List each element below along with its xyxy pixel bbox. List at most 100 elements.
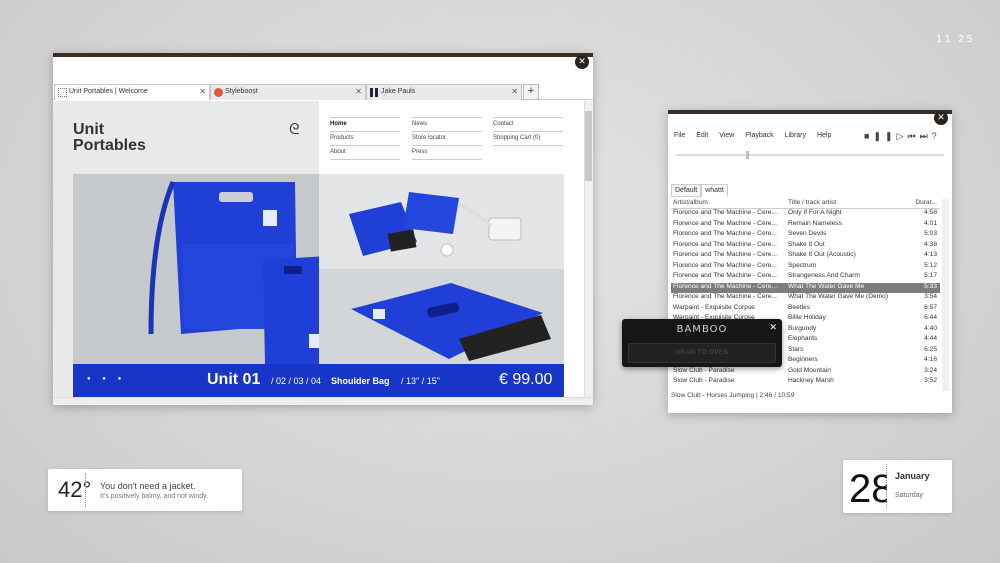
playlist-row[interactable]: Florence and The Machine - Cere... Spectr… <box>671 262 940 273</box>
day-number: 28 <box>849 467 887 511</box>
tab-label: Unit Portables | Welcome <box>69 88 148 95</box>
track-title: Burgundy <box>788 324 817 332</box>
nav-column-3: Contact Shopping Cart (0) <box>493 117 563 146</box>
playlist-row[interactable]: Florence and The Machine - Cere... Shake … <box>671 251 940 262</box>
track-duration: 3:24 <box>924 366 937 374</box>
menu-library[interactable]: Library <box>785 132 806 139</box>
browser-titlebar[interactable] <box>53 53 593 57</box>
menu-view[interactable]: View <box>719 132 734 139</box>
bars-icon <box>370 88 378 97</box>
nav-shopping-cart[interactable]: Shopping Cart (0) <box>493 132 563 146</box>
nav-news[interactable]: News <box>412 117 482 132</box>
sleeve-illustration <box>351 283 551 361</box>
track-duration: 4:58 <box>924 209 937 216</box>
playlist-row[interactable]: Florence and The Machine - Cere... What T… <box>671 293 940 304</box>
bamboo-brand: BAMBOO <box>676 324 728 335</box>
dotted-square-icon <box>58 88 67 97</box>
player-titlebar[interactable] <box>668 110 952 114</box>
tab-jake-pauls[interactable]: Jake Pauls ✕ <box>366 84 522 100</box>
menu-help[interactable]: Help <box>817 132 831 139</box>
draw-to-open-button[interactable]: DRAW TO OPEN <box>628 343 776 363</box>
playlist-tab-default[interactable]: Default <box>671 184 702 197</box>
playlist-tabs: Default whattt <box>671 184 728 197</box>
track-artist: Florence and The Machine - Cere... <box>673 293 777 300</box>
track-duration: 5:12 <box>924 261 937 269</box>
track-title: Shake It Out <box>788 240 825 248</box>
playlist-row[interactable]: Slow Club - Paradise Hackney Marsh 3:52 <box>671 377 940 388</box>
hero-banner[interactable]: ● ● ● Unit 01 / 02 / 03 / 04 Shoulder Ba… <box>73 174 564 397</box>
weather-headline: You don't need a jacket. <box>100 481 196 491</box>
nav-press[interactable]: Press <box>412 146 482 160</box>
browser-window: ✕ Unit Portables | Welcome ✕ Styleboost … <box>53 53 593 405</box>
web-page: Unit Portables ᘓ Home Products About New… <box>53 101 593 397</box>
next-icon[interactable]: ⏭ <box>920 131 932 141</box>
bamboo-close-icon[interactable]: ✕ <box>769 322 777 333</box>
hero-image-sleeve <box>319 269 564 364</box>
track-artist: Florence and The Machine - Cere... <box>673 230 777 237</box>
pause-icon[interactable]: ❚❚ <box>873 131 896 141</box>
playlist-tab-whattt[interactable]: whattt <box>701 184 728 197</box>
nav-contact[interactable]: Contact <box>493 117 563 132</box>
logo-mark-icon: ᘓ <box>289 121 300 138</box>
track-artist: Florence and The Machine - Cere... <box>673 240 777 248</box>
column-header-artist[interactable]: Artist/album <box>673 199 785 206</box>
nav-about[interactable]: About <box>330 146 400 160</box>
playlist-row[interactable]: Florence and The Machine - Cere... Seven … <box>671 230 940 241</box>
tab-unit-portables[interactable]: Unit Portables | Welcome ✕ <box>54 84 210 100</box>
month-name: January <box>895 471 930 481</box>
playlist-scrollbar[interactable] <box>942 199 949 391</box>
play-icon[interactable]: ▷ <box>897 131 908 141</box>
weekday-name: Saturday <box>895 492 924 499</box>
browser-statusbar <box>53 397 593 405</box>
tab-close-icon[interactable]: ✕ <box>199 85 206 99</box>
track-artist: Florence and The Machine - Cere... <box>673 219 777 227</box>
track-artist: Florence and The Machine - Cere... <box>673 261 777 269</box>
product-variants[interactable]: / 02 / 03 / 04 <box>271 376 321 386</box>
track-duration: 4:40 <box>924 324 937 332</box>
tab-close-icon[interactable]: ✕ <box>355 85 362 99</box>
track-title: Seven Devils <box>788 230 827 237</box>
track-title: Strangeness And Charm <box>788 272 860 279</box>
playlist-row[interactable]: Florence and The Machine - Cere... What T… <box>671 282 940 293</box>
product-title: Unit 01 <box>207 371 261 388</box>
track-title: What The Water Gave Me (Demo) <box>788 293 889 300</box>
seek-knob[interactable] <box>746 151 749 159</box>
track-title: What The Water Gave Me <box>788 282 865 290</box>
column-header-duration[interactable]: Durat... <box>909 199 937 206</box>
track-duration: 3:54 <box>924 293 937 300</box>
scrollbar-thumb[interactable] <box>585 111 592 181</box>
product-price: € 99.00 <box>499 371 553 388</box>
nav-store-locator[interactable]: Store locator <box>412 132 482 146</box>
divider <box>886 464 887 509</box>
menu-file[interactable]: File <box>674 132 685 139</box>
nav-home[interactable]: Home <box>330 117 400 132</box>
track-duration: 5:03 <box>924 230 937 237</box>
product-sizes[interactable]: / 13" / 15" <box>401 376 440 386</box>
player-close-icon[interactable]: ✕ <box>934 111 948 125</box>
new-tab-button[interactable]: + <box>523 84 539 100</box>
playlist-row[interactable]: Florence and The Machine - Cere... Only I… <box>671 209 940 220</box>
tab-styleboost[interactable]: Styleboost ✕ <box>210 84 366 100</box>
tab-close-icon[interactable]: ✕ <box>511 85 518 99</box>
menu-edit[interactable]: Edit <box>696 132 708 139</box>
hero-image-pouches <box>319 174 564 269</box>
seek-bar[interactable] <box>676 151 944 159</box>
playlist-row[interactable]: Warpaint - Exquisite Corpse Beetles 6:57 <box>671 304 940 315</box>
site-logo[interactable]: Unit Portables <box>73 122 146 154</box>
playlist-row[interactable]: Florence and The Machine - Cere... Strang… <box>671 272 940 283</box>
previous-icon[interactable]: ⏮ <box>907 131 919 141</box>
menu-playback[interactable]: Playback <box>745 132 773 139</box>
nav-products[interactable]: Products <box>330 132 400 146</box>
track-duration: 6:44 <box>924 314 937 321</box>
playlist-row[interactable]: Florence and The Machine - Cere... Shake … <box>671 241 940 252</box>
hero-caption-bar: ● ● ● Unit 01 / 02 / 03 / 04 Shoulder Ba… <box>73 364 564 397</box>
track-title: Elephants <box>788 335 818 342</box>
playlist-row[interactable]: Slow Club - Paradise Gold Mountain 3:24 <box>671 367 940 378</box>
slider-dots[interactable]: ● ● ● <box>87 376 126 382</box>
random-icon[interactable]: ? <box>932 131 941 141</box>
column-header-title[interactable]: Title / track artist <box>788 199 906 206</box>
browser-scrollbar[interactable] <box>584 101 593 397</box>
playlist-row[interactable]: Florence and The Machine - Cere... Remain… <box>671 220 940 231</box>
tab-strip: Unit Portables | Welcome ✕ Styleboost ✕ … <box>53 84 593 100</box>
browser-close-icon[interactable]: ✕ <box>575 55 589 69</box>
